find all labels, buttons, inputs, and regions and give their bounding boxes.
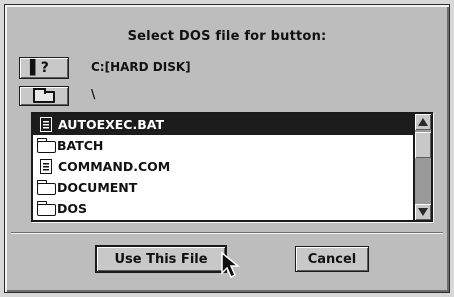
list-scrollbar[interactable] [413,114,431,220]
drive-select-button[interactable]: ▌? [19,57,69,79]
list-item-label: AUTOEXEC.BAT [58,117,164,132]
document-icon [40,159,52,174]
parent-folder-button[interactable] [19,86,69,106]
scroll-up-arrow-icon[interactable] [415,114,431,130]
list-item-label: BATCH [57,138,104,153]
list-item-label: DOCUMENT [57,180,138,195]
drive-label: C:[HARD DISK] [91,60,191,74]
folder-icon [36,200,56,216]
cancel-button[interactable]: Cancel [295,246,369,272]
folder-icon [36,137,56,153]
use-this-file-button[interactable]: Use This File [95,245,227,273]
list-item-command[interactable]: COMMAND.COM [33,156,413,177]
list-item-autoexec[interactable]: AUTOEXEC.BAT [33,114,413,135]
scroll-down-arrow-icon[interactable] [415,204,431,220]
divider [11,232,443,234]
list-item-label: COMMAND.COM [58,159,171,174]
list-item-batch[interactable]: BATCH [33,135,413,156]
document-icon [40,117,52,132]
select-file-dialog: Select DOS file for button: ▌? C:[HARD D… [4,4,450,293]
scroll-thumb[interactable] [415,132,431,158]
drive-help-icon: ▌? [30,60,49,76]
file-listbox[interactable]: AUTOEXEC.BAT BATCH COMMAND.COM DOCUMENT … [31,112,433,222]
folder-up-icon [33,88,55,103]
file-list: AUTOEXEC.BAT BATCH COMMAND.COM DOCUMENT … [33,114,413,220]
arrow-pointer-icon [221,251,241,279]
list-item-document[interactable]: DOCUMENT [33,177,413,198]
folder-icon [36,179,56,195]
current-path: \ [91,87,96,101]
list-item-label: DOS [57,201,88,216]
list-item-dos[interactable]: DOS [33,198,413,219]
dialog-title: Select DOS file for button: [127,29,327,44]
